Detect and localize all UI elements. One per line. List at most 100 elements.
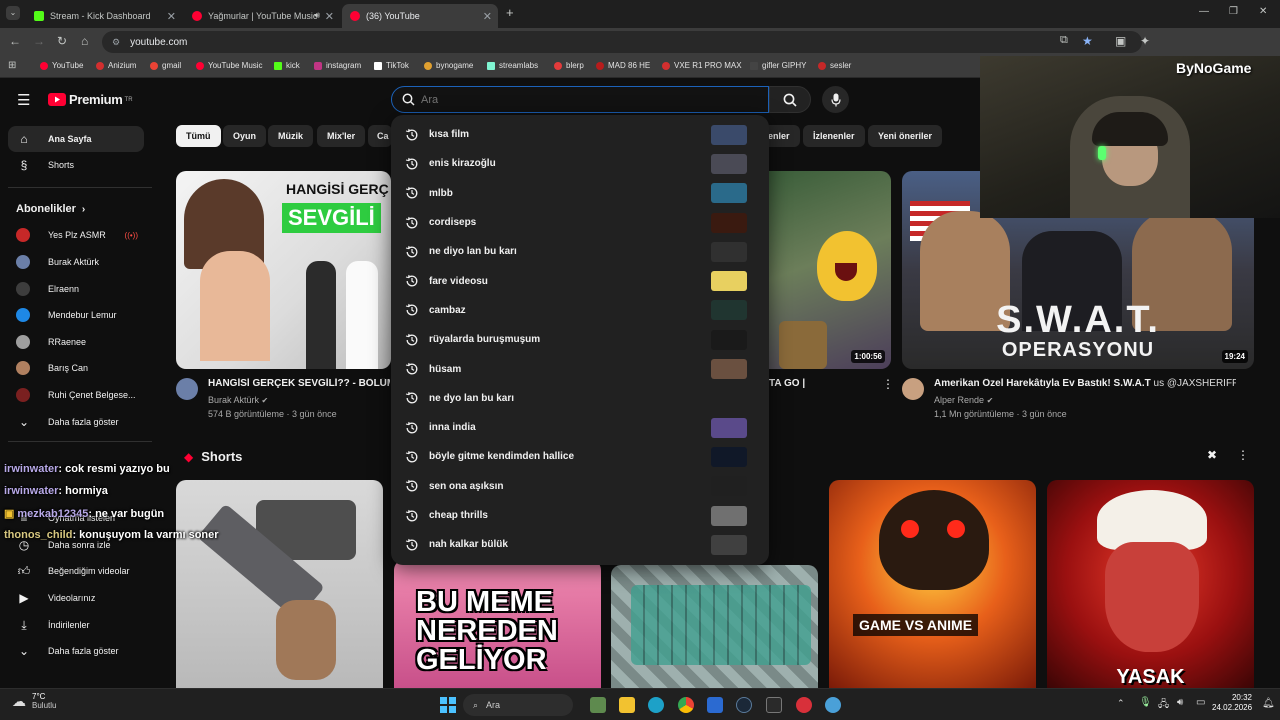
close-window-button[interactable]: ✕ <box>1259 6 1267 17</box>
new-tab-button[interactable]: + <box>506 5 514 20</box>
bookmark-vxe[interactable]: VXE R1 PRO MAX <box>662 61 742 70</box>
bookmark-youtube-music[interactable]: YouTube Music <box>196 61 263 70</box>
extension-icon[interactable]: ▣ <box>1115 34 1126 48</box>
edge-icon[interactable] <box>648 697 664 713</box>
sidebar-show-more[interactable]: ⌄ Daha fazla göster <box>8 638 144 664</box>
search-suggestion[interactable]: inna india <box>391 413 769 442</box>
sidebar-item-shorts[interactable]: § Shorts <box>8 152 144 178</box>
chip-gaming[interactable]: Oyun <box>223 125 267 147</box>
battery-icon[interactable]: ▭ <box>1196 697 1205 708</box>
search-box[interactable] <box>391 86 769 113</box>
bookmark-blerp[interactable]: blerp <box>554 61 584 70</box>
home-button[interactable]: ⌂ <box>81 34 88 48</box>
reload-button[interactable]: ↻ <box>57 34 67 48</box>
search-suggestion[interactable]: kısa film <box>391 120 769 149</box>
search-suggestion[interactable]: rüyalarda buruşmuşum <box>391 325 769 354</box>
close-tab-icon[interactable]: ✕ <box>483 10 492 23</box>
more-options-icon[interactable]: ⋮ <box>882 377 894 391</box>
shorts-feedback-icon[interactable]: ✖ <box>1207 448 1217 462</box>
bookmark-instagram[interactable]: instagram <box>314 61 361 70</box>
taskbar-search[interactable]: ⌕ Ara <box>463 694 573 716</box>
search-suggestion[interactable]: enis kirazoğlu <box>391 149 769 178</box>
system-clock[interactable]: 20:32 24.02.2026 <box>1212 693 1252 712</box>
taskbar-app-icon[interactable] <box>796 697 812 713</box>
avatar[interactable] <box>902 378 924 400</box>
forward-button[interactable]: → <box>33 34 45 48</box>
search-suggestion[interactable]: hüsam <box>391 354 769 383</box>
tab-youtube[interactable]: (36) YouTube ✕ <box>342 4 498 28</box>
bookmark-kick[interactable]: kick <box>274 61 300 70</box>
search-suggestion[interactable]: böyle gitme kendimden hallice <box>391 442 769 471</box>
sidebar-subscription[interactable]: Ruhi Çenet Belgese... <box>8 382 144 408</box>
store-icon[interactable] <box>707 697 723 713</box>
short-thumbnail[interactable]: BU MEME NEREDEN GELİYOR <box>394 560 601 688</box>
chip-watched[interactable]: İzlenenler <box>803 125 865 147</box>
sidebar-subscription[interactable]: Mendebur Lemur <box>8 302 144 328</box>
bookmark-bynogame[interactable]: bynogame <box>424 61 473 70</box>
chrome-icon[interactable] <box>678 697 694 713</box>
epic-games-icon[interactable] <box>766 697 782 713</box>
cast-icon[interactable]: ⧉ <box>1060 34 1068 47</box>
channel-name[interactable]: Burak Aktürk ✔ <box>208 395 268 405</box>
bookmark-sesler[interactable]: sesler <box>818 61 851 70</box>
sidebar-item-your-videos[interactable]: ▶ Videolarınız <box>8 585 144 611</box>
voice-search-button[interactable] <box>822 86 849 113</box>
search-suggestion[interactable]: fare videosu <box>391 266 769 295</box>
microphone-icon[interactable]: 🎙︎ <box>1139 697 1152 708</box>
search-input[interactable] <box>421 93 721 106</box>
short-thumbnail[interactable]: YASAK <box>1047 480 1254 688</box>
video-thumbnail[interactable]: 1:00:56 <box>769 171 891 369</box>
short-thumbnail[interactable]: GAME VS ANIME <box>829 480 1036 688</box>
sidebar-subscription[interactable]: Yes Plz ASMR ((•)) <box>8 222 144 248</box>
more-options-icon[interactable]: ⋮ <box>1237 448 1249 462</box>
bookmark-mad86[interactable]: MAD 86 HE <box>596 61 650 70</box>
chip-partial[interactable]: Ca <box>368 125 392 147</box>
bookmark-giphy[interactable]: gifler GIPHY <box>750 61 806 70</box>
search-suggestion[interactable]: ne dyo lan bu karı <box>391 384 769 413</box>
channel-name[interactable]: Alper Rende ✔ <box>934 395 993 405</box>
search-suggestion[interactable]: cambaz <box>391 296 769 325</box>
search-suggestion[interactable]: nah kalkar bülük <box>391 530 769 559</box>
taskbar-app-icon[interactable] <box>825 697 841 713</box>
tab-youtube-music[interactable]: Yağmurlar | YouTube Music 🔊︎ ✕ <box>184 4 340 28</box>
address-bar[interactable]: ⚙ youtube.com <box>102 31 1142 53</box>
sidebar-item-liked-videos[interactable]: 👍︎ Beğendiğim videolar <box>8 558 144 584</box>
sidebar-subscription[interactable]: Elraenn <box>8 276 144 302</box>
sidebar-item-downloads[interactable]: ⤓ İndirilenler <box>8 612 144 638</box>
search-button[interactable] <box>769 86 811 113</box>
notifications-icon[interactable]: 🔔︎ <box>1262 698 1275 709</box>
sidebar-show-more[interactable]: ⌄ Daha fazla göster <box>8 409 144 435</box>
windows-start-icon[interactable] <box>440 697 456 713</box>
bookmark-streamlabs[interactable]: streamlabs <box>487 61 538 70</box>
sidebar-item-home[interactable]: ⌂ Ana Sayfa <box>8 126 144 152</box>
bookmark-youtube[interactable]: YouTube <box>40 61 83 70</box>
youtube-premium-logo[interactable]: Premium TR <box>48 92 133 107</box>
chip-music[interactable]: Müzik <box>268 125 314 147</box>
video-thumbnail[interactable]: HANGİSİ GERÇ SEVGİLİ <box>176 171 391 369</box>
video-title[interactable]: Amerikan Özel Harekâtıyla Ev Bastık! S.W… <box>934 378 1236 389</box>
maximize-button[interactable]: ❐ <box>1229 6 1238 17</box>
close-tab-icon[interactable]: ✕ <box>167 10 176 23</box>
search-suggestion[interactable]: mlbb <box>391 179 769 208</box>
short-thumbnail[interactable] <box>176 480 383 688</box>
chip-mixes[interactable]: Mix'ler <box>317 125 366 147</box>
avatar[interactable] <box>176 378 198 400</box>
sidebar-subscription[interactable]: RRaenee <box>8 329 144 355</box>
chip-all[interactable]: Tümü <box>176 125 221 147</box>
steam-icon[interactable] <box>736 697 752 713</box>
extensions-puzzle-icon[interactable]: ✦ <box>1140 34 1150 48</box>
close-tab-icon[interactable]: ✕ <box>325 10 334 23</box>
network-icon[interactable]: 🖧 <box>1158 697 1169 714</box>
video-title[interactable]: TA GO | <box>769 378 829 389</box>
apps-grid-icon[interactable]: ⊞ <box>8 60 16 71</box>
taskbar-app-icon[interactable] <box>590 697 606 713</box>
minimize-button[interactable]: — <box>1199 6 1209 17</box>
sidebar-subscription[interactable]: Barış Can <box>8 355 144 381</box>
video-title[interactable]: HANGİSİ GERÇEK SEVGİLİ?? - BÖLÜM <box>208 378 390 389</box>
site-info-icon[interactable]: ⚙ <box>112 37 120 48</box>
tab-search-button[interactable]: ⌄ <box>6 6 20 20</box>
sidebar-subscription[interactable]: Burak Aktürk <box>8 249 144 275</box>
bookmark-tiktok[interactable]: TikTok <box>374 61 409 70</box>
bookmark-gmail[interactable]: gmail <box>150 61 181 70</box>
bookmark-anizium[interactable]: Anizium <box>96 61 136 70</box>
